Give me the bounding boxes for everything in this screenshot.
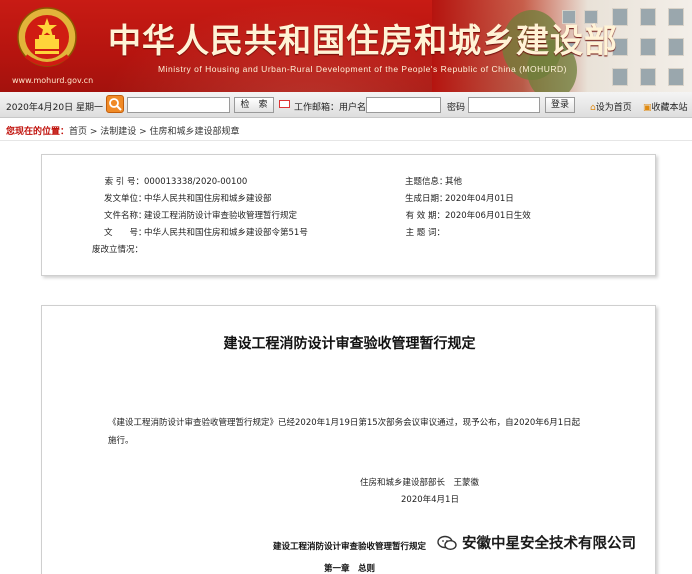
info-issuer-value: 中华人民共和国住房和城乡建设部 (144, 194, 272, 204)
mail-label: 工作邮箱：用户名 (294, 103, 367, 113)
info-index-value: 000013338/2020-00100 (144, 177, 248, 187)
info-keywords: 主 题 词： (405, 226, 445, 238)
info-docno: 文 号：中华人民共和国住房和城乡建设部令第51号 (104, 226, 308, 238)
info-keywords-key: 主 题 词： (405, 228, 445, 238)
search-icon-button[interactable] (106, 95, 124, 113)
divider (0, 140, 692, 141)
document-info-panel: 索 引 号：000013338/2020-00100 发文单位：中华人民共和国住… (41, 154, 656, 276)
info-created-value: 2020年04月01日 (445, 194, 514, 204)
info-valid: 有 效 期：2020年06月01日生效 (405, 209, 531, 221)
bookmark-link[interactable]: ▣收藏本站 (643, 100, 688, 113)
info-topic-key: 主题信息： (405, 177, 448, 187)
info-index: 索 引 号：000013338/2020-00100 (104, 175, 248, 187)
document-chapter-heading: 第一章 总则 (323, 564, 375, 574)
watermark-text: 安徽中星安全技术有限公司 (462, 536, 636, 552)
breadcrumb: 您现在的位置：首页 > 法制建设 > 住房和城乡建设部规章 (6, 124, 240, 137)
top-toolbar: 2020年4月20日 星期一 检 索 工作邮箱：用户名 密码 登录 ⌂设为首页 … (0, 92, 692, 118)
breadcrumb-path[interactable]: 首页 > 法制建设 > 住房和城乡建设部规章 (69, 127, 240, 137)
info-issuer: 发文单位：中华人民共和国住房和城乡建设部 (104, 192, 272, 204)
mail-icon (279, 100, 290, 108)
username-input[interactable] (366, 97, 441, 113)
info-created-key: 生成日期： (405, 194, 448, 204)
info-docname-value: 建设工程消防设计审查验收管理暂行规定 (144, 211, 298, 221)
national-emblem-icon (17, 7, 77, 67)
password-input[interactable] (468, 97, 540, 113)
password-label: 密码 (447, 103, 466, 113)
search-icon (109, 98, 122, 111)
site-url: www.mohurd.gov.cn (12, 76, 94, 85)
site-title-english: Ministry of Housing and Urban-Rural Deve… (158, 64, 567, 74)
breadcrumb-lead: 您现在的位置： (6, 127, 70, 137)
info-valid-key: 有 效 期： (405, 211, 445, 221)
search-button[interactable]: 检 索 (234, 97, 274, 113)
wechat-icon (437, 535, 457, 551)
info-status: 废改立情况： (92, 243, 143, 255)
site-banner: www.mohurd.gov.cn 中华人民共和国住房和城乡建设部 Minist… (0, 0, 692, 92)
bookmark-label: 收藏本站 (651, 103, 688, 113)
set-home-link[interactable]: ⌂设为首页 (590, 100, 632, 113)
info-topic-value: 其他 (445, 177, 463, 187)
document-date: 2020年4月1日 (401, 495, 459, 505)
document-body: 《建设工程消防设计审查验收管理暂行规定》已经2020年1月19日第15次部务会议… (108, 418, 581, 446)
document-title: 建设工程消防设计审查验收管理暂行规定 (223, 336, 476, 352)
current-date: 2020年4月20日 星期一 (6, 103, 103, 113)
info-created: 生成日期：2020年04月01日 (405, 192, 514, 204)
info-docno-key: 文 号： (104, 228, 147, 238)
info-docname: 文件名称：建设工程消防设计审查验收管理暂行规定 (104, 209, 297, 221)
info-index-key: 索 引 号： (104, 177, 144, 187)
info-issuer-key: 发文单位： (104, 194, 147, 204)
bookmark-icon: ▣ (643, 103, 652, 113)
search-input[interactable] (127, 97, 230, 113)
site-title: 中华人民共和国住房和城乡建设部 (108, 21, 618, 60)
info-topic: 主题信息：其他 (405, 175, 462, 187)
set-home-label: 设为首页 (595, 103, 632, 113)
info-status-key: 废改立情况： (92, 245, 144, 255)
info-docno-value: 中华人民共和国住房和城乡建设部令第51号 (144, 228, 308, 238)
info-valid-value: 2020年06月01日生效 (445, 211, 531, 221)
login-button[interactable]: 登录 (545, 97, 575, 113)
document-signature: 住房和城乡建设部部长 王蒙徽 (360, 478, 480, 488)
info-docname-key: 文件名称： (104, 211, 147, 221)
